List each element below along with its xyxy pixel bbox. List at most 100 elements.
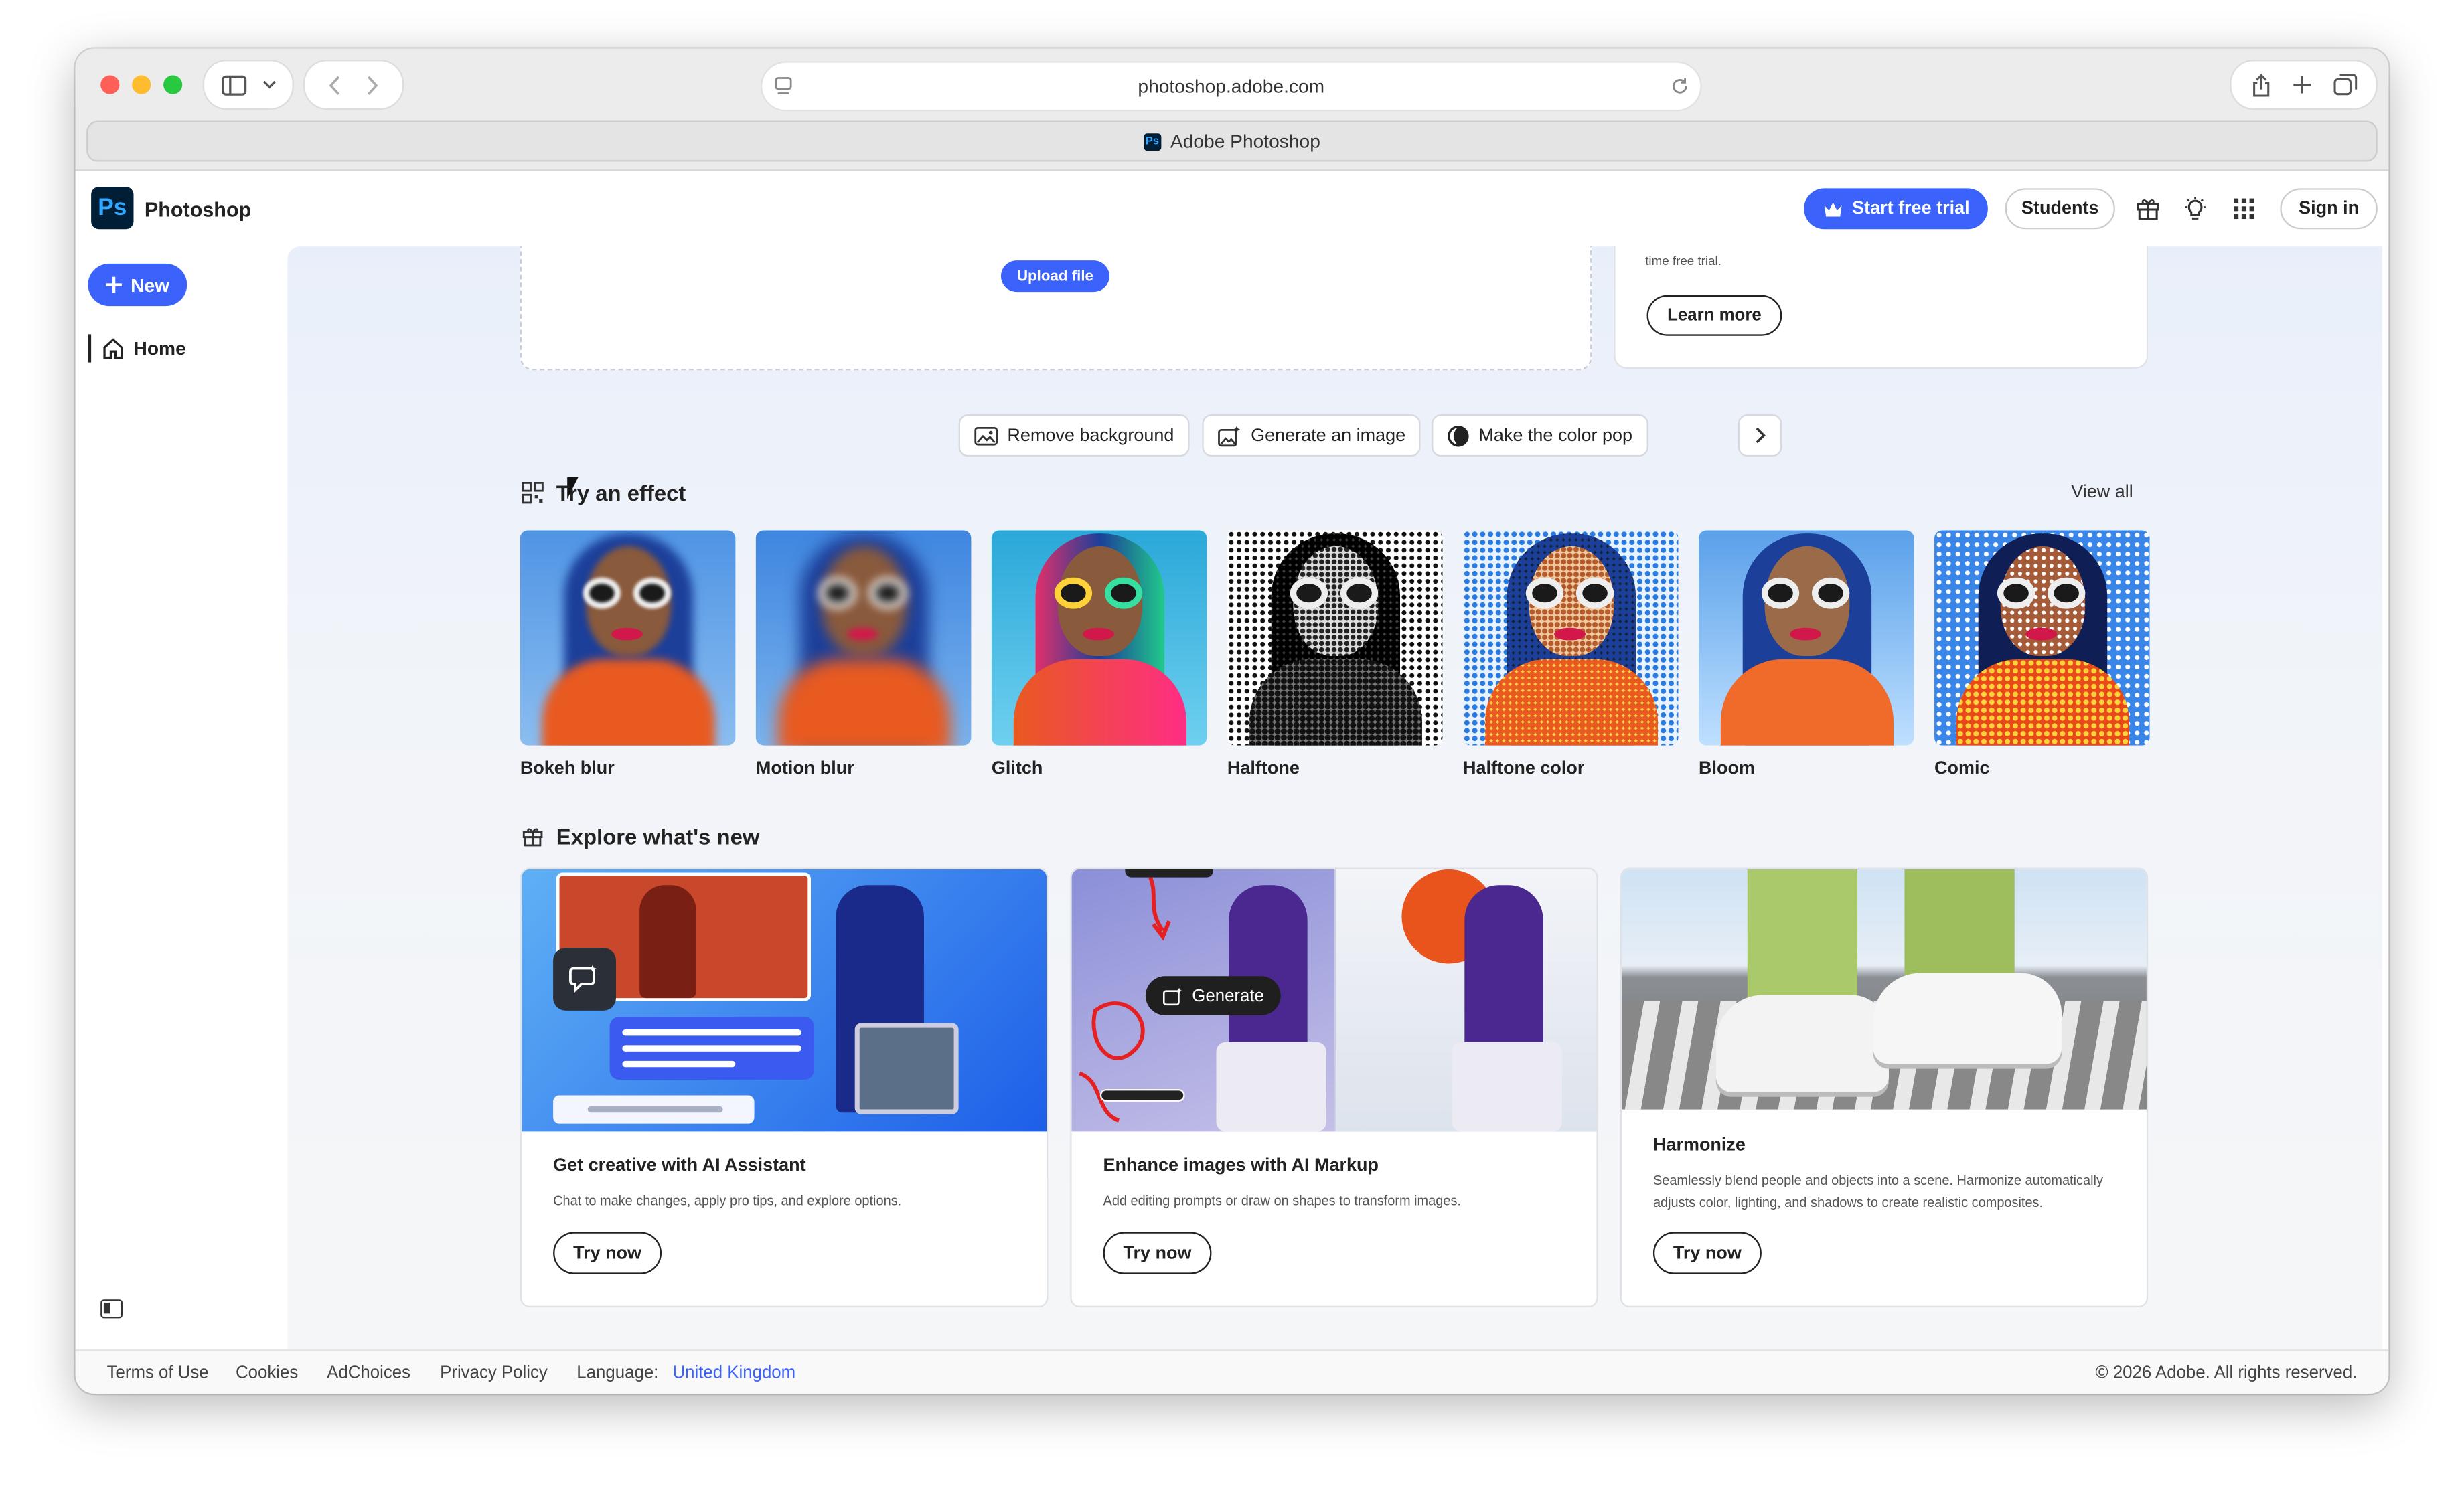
start-free-trial-label: Start free trial xyxy=(1852,199,1970,218)
home-icon xyxy=(103,338,123,359)
generate-image-label: Generate an image xyxy=(1251,426,1406,445)
browser-chrome: photoshop.adobe.com Ps Adobe Photoshop xyxy=(75,48,2389,171)
forward-icon[interactable] xyxy=(366,74,379,94)
card-ai-markup[interactable]: Generate Enhance images with AI Markup A… xyxy=(1070,867,1598,1307)
history-nav xyxy=(305,61,402,108)
card-harmonize[interactable]: Harmonize Seamlessly blend people and ob… xyxy=(1620,867,2149,1307)
page-menu-icon[interactable] xyxy=(775,77,792,96)
explore-new-title: Explore what's new xyxy=(556,823,760,849)
bokeh-blur-thumbnail xyxy=(520,530,736,746)
ai-markup-image: Generate xyxy=(1071,869,1597,1132)
sign-in-button[interactable]: Sign in xyxy=(2280,188,2378,230)
remove-background-chip[interactable]: Remove background xyxy=(958,414,1190,457)
effect-bokeh-blur[interactable]: Bokeh blur xyxy=(520,530,736,778)
ai-assistant-description: Chat to make changes, apply pro tips, an… xyxy=(553,1192,902,1209)
effect-glitch[interactable]: Glitch xyxy=(991,530,1207,778)
students-button[interactable]: Students xyxy=(2005,188,2115,230)
glitch-label: Glitch xyxy=(991,759,1043,778)
remove-background-label: Remove background xyxy=(1007,426,1174,445)
effect-motion-blur[interactable]: Motion blur xyxy=(755,530,972,778)
bloom-label: Bloom xyxy=(1698,759,1755,778)
start-free-trial-button[interactable]: Start free trial xyxy=(1804,188,1988,230)
make-color-pop-chip[interactable]: Make the color pop xyxy=(1432,414,1648,457)
gift-icon[interactable] xyxy=(2135,196,2161,222)
upload-dropzone[interactable]: Upload file xyxy=(520,246,1592,371)
generate-overlay-button[interactable]: Generate xyxy=(1145,976,1281,1015)
card-ai-assistant[interactable]: Get creative with AI Assistant Chat to m… xyxy=(520,867,1049,1307)
learn-more-button[interactable]: Learn more xyxy=(1646,295,1782,336)
view-all-link[interactable]: View all xyxy=(2071,483,2133,502)
apps-grid-icon[interactable] xyxy=(2232,196,2257,222)
language-selector[interactable]: United Kingdom xyxy=(672,1363,795,1382)
ai-assistant-title: Get creative with AI Assistant xyxy=(553,1156,806,1176)
upload-file-button[interactable]: Upload file xyxy=(1000,260,1109,293)
terms-link[interactable]: Terms of Use xyxy=(107,1363,209,1382)
effect-halftone[interactable]: Halftone xyxy=(1227,530,1443,778)
cookies-link[interactable]: Cookies xyxy=(236,1363,298,1382)
ai-markup-title: Enhance images with AI Markup xyxy=(1103,1156,1379,1176)
adchoices-link[interactable]: AdChoices xyxy=(327,1363,410,1382)
effects-icon xyxy=(522,481,544,504)
collapse-sidebar-icon[interactable] xyxy=(100,1299,123,1319)
reload-icon[interactable] xyxy=(1671,77,1689,96)
tab-title: Adobe Photoshop xyxy=(1170,130,1320,153)
sidebar-toggle-button[interactable] xyxy=(204,61,293,108)
chevron-down-icon xyxy=(262,80,275,89)
browser-window: photoshop.adobe.com Ps Adobe Photoshop P… xyxy=(75,48,2389,1394)
explore-new-heading: Explore what's new xyxy=(522,824,759,849)
photoshop-logo[interactable]: Ps xyxy=(91,186,134,230)
bloom-thumbnail xyxy=(1698,530,1914,746)
effect-bloom[interactable]: Bloom xyxy=(1698,530,1914,778)
new-tab-icon[interactable] xyxy=(2292,76,2311,94)
glitch-thumbnail xyxy=(991,530,1207,746)
image-icon xyxy=(974,426,998,445)
back-icon[interactable] xyxy=(329,74,341,94)
try-effect-heading: Try an effect xyxy=(522,480,686,505)
address-bar[interactable]: photoshop.adobe.com xyxy=(762,62,1701,110)
lightbulb-icon[interactable] xyxy=(2183,196,2208,222)
privacy-link[interactable]: Privacy Policy xyxy=(440,1363,548,1382)
students-label: Students xyxy=(2021,199,2099,218)
halftone-color-thumbnail xyxy=(1462,530,1679,746)
trial-promo-card: time free trial. Learn more xyxy=(1614,246,2149,369)
motion-blur-label: Motion blur xyxy=(755,759,854,778)
crown-icon xyxy=(1823,201,1841,216)
close-window-button[interactable] xyxy=(100,75,120,94)
tab-overview-icon[interactable] xyxy=(2333,74,2357,96)
bokeh-blur-label: Bokeh blur xyxy=(520,759,615,778)
app-title[interactable]: Photoshop xyxy=(145,197,251,221)
harmonize-title: Harmonize xyxy=(1652,1136,1746,1155)
main-content: Upload file time free trial. Learn more … xyxy=(287,246,2382,1350)
ai-markup-try-now-button[interactable]: Try now xyxy=(1103,1232,1212,1274)
quick-actions-next-button[interactable] xyxy=(1738,414,1782,457)
new-button[interactable]: New xyxy=(88,263,187,307)
comic-label: Comic xyxy=(1934,759,1990,778)
footer: Terms of Use Cookies AdChoices Privacy P… xyxy=(75,1349,2389,1394)
minimize-window-button[interactable] xyxy=(132,75,151,94)
motion-blur-thumbnail xyxy=(755,530,972,746)
zoom-window-button[interactable] xyxy=(163,75,183,94)
sidebar-item-home[interactable]: Home xyxy=(88,334,186,363)
sidebar-icon xyxy=(220,74,246,95)
sidebar: New Home xyxy=(75,246,288,1350)
harmonize-try-now-button[interactable]: Try now xyxy=(1652,1232,1762,1274)
browser-actions xyxy=(2231,61,2376,108)
ai-assistant-try-now-button[interactable]: Try now xyxy=(553,1232,662,1274)
color-pop-icon xyxy=(1448,424,1469,446)
copyright-text: © 2026 Adobe. All rights reserved. xyxy=(2095,1363,2358,1383)
favicon-icon: Ps xyxy=(1144,133,1161,150)
effect-halftone-color[interactable]: Halftone color xyxy=(1462,530,1679,778)
halftone-color-label: Halftone color xyxy=(1462,759,1585,778)
sign-in-label: Sign in xyxy=(2299,199,2360,218)
share-icon[interactable] xyxy=(2251,73,2270,96)
gift-icon xyxy=(522,828,543,847)
generate-overlay-label: Generate xyxy=(1192,986,1264,1005)
browser-tab[interactable]: Ps Adobe Photoshop xyxy=(86,120,2378,162)
language-label: Language: xyxy=(576,1363,659,1383)
generate-image-chip[interactable]: Generate an image xyxy=(1202,414,1421,457)
plus-icon xyxy=(106,276,123,293)
effect-comic[interactable]: Comic xyxy=(1934,530,2150,778)
comic-thumbnail xyxy=(1934,530,2150,746)
promo-text: time free trial. xyxy=(1645,254,1721,268)
harmonize-description: Seamlessly blend people and objects into… xyxy=(1652,1172,2103,1210)
